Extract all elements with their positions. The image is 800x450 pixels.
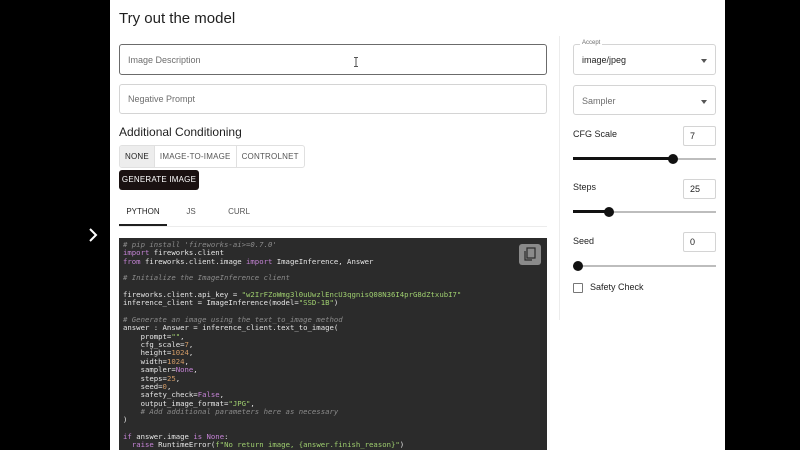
tabs-divider xyxy=(119,226,547,227)
image-description-placeholder: Image Description xyxy=(128,55,201,65)
accept-value: image/jpeg xyxy=(582,55,627,65)
accept-select[interactable]: Accept image/jpeg xyxy=(573,40,716,75)
conditioning-option-controlnet[interactable]: CONTROLNET xyxy=(237,146,304,167)
sampler-select[interactable]: Sampler xyxy=(573,85,716,115)
cfg-scale-slider[interactable] xyxy=(573,154,716,164)
copy-icon xyxy=(524,247,536,261)
code-language-tabs: PYTHON JS CURL xyxy=(119,200,263,226)
accept-label: Accept xyxy=(580,40,603,46)
code-api-key: w2IrFZoWmg3l0uUwzlEncU3qgnisQ08N36I4prG8… xyxy=(246,290,457,300)
conditioning-toggle-group: NONE IMAGE-TO-IMAGE CONTROLNET xyxy=(119,145,305,168)
seed-slider-thumb[interactable] xyxy=(573,261,583,271)
caret-down-icon xyxy=(701,100,707,104)
tab-js[interactable]: JS xyxy=(167,200,215,226)
seed-label: Seed xyxy=(573,236,595,246)
chevron-right-icon[interactable] xyxy=(86,228,100,242)
image-description-input[interactable]: Image Description xyxy=(119,44,547,75)
panel-divider xyxy=(559,36,560,320)
steps-slider-thumb[interactable] xyxy=(603,207,614,217)
cfg-scale-input[interactable]: 7 xyxy=(683,126,716,146)
playground-panel: Try out the model Image Description Nega… xyxy=(110,0,725,450)
safety-check-label: Safety Check xyxy=(590,282,644,292)
negative-prompt-input[interactable]: Negative Prompt xyxy=(119,84,547,114)
code-text: # pip install 'fireworks-ai>=0.7.0' impo… xyxy=(123,240,462,450)
steps-input[interactable]: 25 xyxy=(683,179,716,199)
i-beam-cursor-icon xyxy=(354,57,358,67)
page-title: Try out the model xyxy=(119,10,236,27)
cfg-scale-label: CFG Scale xyxy=(573,129,618,139)
negative-prompt-placeholder: Negative Prompt xyxy=(128,94,196,104)
code-block: # pip install 'fireworks-ai>=0.7.0' impo… xyxy=(119,238,547,450)
sampler-placeholder: Sampler xyxy=(582,96,616,106)
generate-image-button[interactable]: GENERATE IMAGE xyxy=(119,170,199,190)
seed-slider[interactable] xyxy=(573,261,716,271)
conditioning-option-image-to-image[interactable]: IMAGE-TO-IMAGE xyxy=(155,146,237,167)
additional-conditioning-title: Additional Conditioning xyxy=(119,125,242,139)
cfg-scale-slider-thumb[interactable] xyxy=(668,154,679,164)
safety-check-checkbox[interactable] xyxy=(573,283,583,293)
steps-label: Steps xyxy=(573,182,597,192)
copy-code-button[interactable] xyxy=(519,244,541,265)
steps-slider[interactable] xyxy=(573,207,716,217)
tab-python[interactable]: PYTHON xyxy=(119,200,167,226)
tab-curl[interactable]: CURL xyxy=(215,200,263,226)
seed-input[interactable]: 0 xyxy=(683,232,716,252)
settings-panel: Accept image/jpeg Sampler CFG Scale 7 St… xyxy=(573,0,725,450)
app-frame: Try out the model Image Description Nega… xyxy=(0,0,800,450)
caret-down-icon xyxy=(701,59,707,63)
conditioning-option-none[interactable]: NONE xyxy=(120,146,155,167)
code-model: SSD-1B xyxy=(303,298,330,308)
